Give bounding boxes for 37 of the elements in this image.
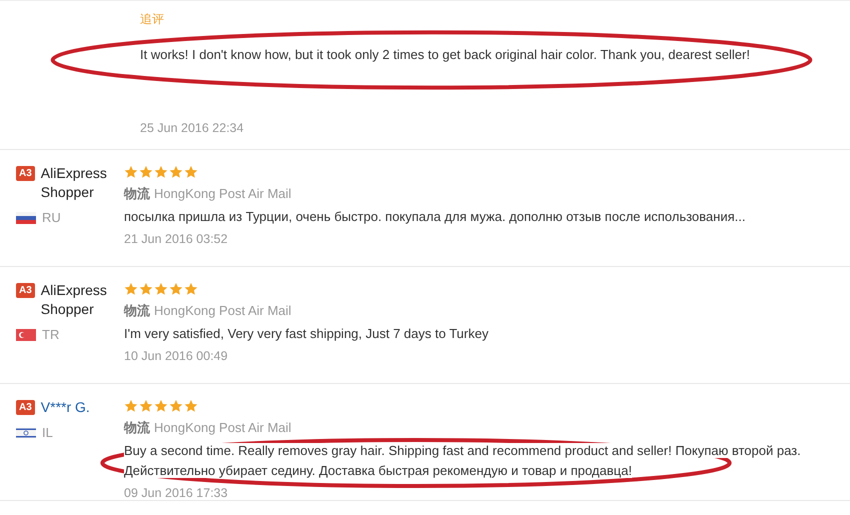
review-text: Buy a second time. Really removes gray hair. Shipping fast and recommend product and seller! Покупаю второй раз. Действительно убирает седину. Доставка быстрая рекомендую и товар и продавца! — [124, 442, 802, 480]
star-icon — [169, 399, 183, 413]
review-date: 10 Jun 2016 00:49 — [124, 348, 229, 365]
reviewer-name[interactable]: V***r G. — [40, 398, 90, 417]
star-icon — [124, 399, 138, 413]
shipping-label: 物流 — [124, 303, 150, 318]
shipping-method: HongKong Post Air Mail — [154, 186, 292, 201]
star-icon — [154, 282, 168, 296]
star-icon — [169, 282, 183, 296]
star-icon — [154, 399, 168, 413]
shipping-label: 物流 — [124, 186, 150, 201]
star-icon — [169, 165, 183, 179]
country-code: TR — [42, 326, 60, 344]
star-icon — [139, 165, 153, 179]
shipping-label: 物流 — [124, 420, 150, 435]
followup-label: 追评 — [140, 11, 165, 27]
followup-date: 25 Jun 2016 22:34 — [140, 120, 245, 137]
star-icon — [184, 165, 198, 179]
reviewer-name: AliExpress Shopper — [40, 164, 108, 202]
user-level-badge: A3 — [16, 166, 35, 181]
followup-text: It works! I don't know how, but it took only 2 times to get back original hair color. Thank you, dearest seller! — [140, 46, 751, 64]
star-icon — [124, 282, 138, 296]
review-date: 09 Jun 2016 17:33 — [124, 485, 229, 502]
shipping-method: HongKong Post Air Mail — [154, 303, 292, 318]
country-code: RU — [42, 209, 61, 227]
star-icon — [184, 399, 198, 413]
user-level-badge: A3 — [16, 400, 35, 415]
shipping-method: HongKong Post Air Mail — [154, 420, 292, 435]
star-icon — [139, 399, 153, 413]
star-icon — [184, 282, 198, 296]
reviewer-name: AliExpress Shopper — [40, 281, 108, 319]
review-date: 21 Jun 2016 03:52 — [124, 231, 229, 248]
star-icon — [139, 282, 153, 296]
star-icon — [124, 165, 138, 179]
user-level-badge: A3 — [16, 283, 35, 298]
country-code: IL — [42, 424, 53, 442]
star-icon — [154, 165, 168, 179]
